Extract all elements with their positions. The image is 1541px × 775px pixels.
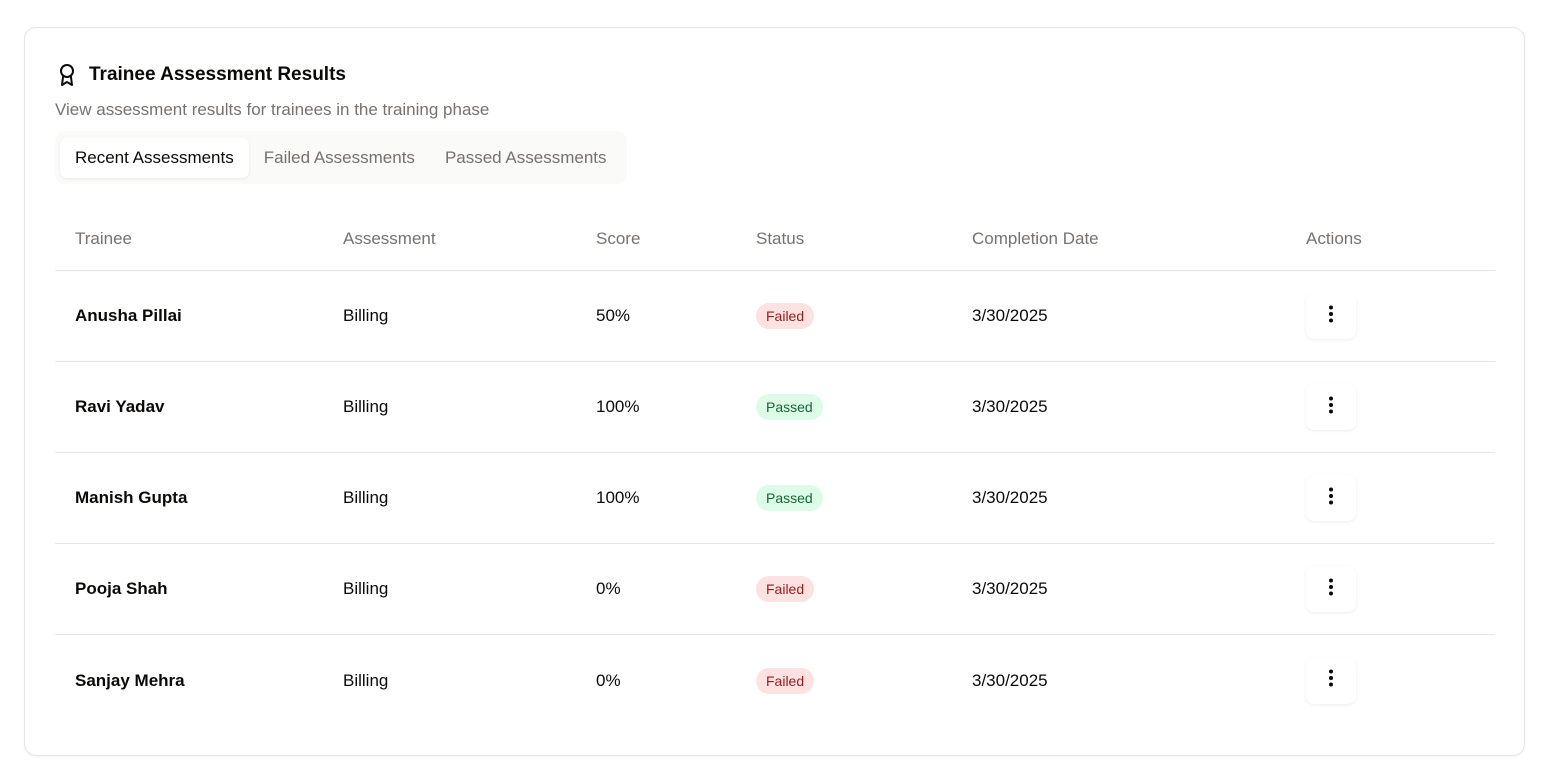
table-row: Ravi Yadav Billing 100% Passed 3/30/2025 (55, 362, 1495, 453)
assessment-tabs: Recent Assessments Failed Assessments Pa… (55, 131, 627, 184)
assessment-name: Billing (343, 488, 389, 507)
row-actions-button[interactable] (1306, 475, 1356, 521)
more-vertical-icon (1328, 305, 1334, 328)
card-header: Trainee Assessment Results (55, 62, 346, 88)
tab-recent-assessments[interactable]: Recent Assessments (60, 137, 249, 178)
status-badge: Passed (756, 394, 823, 420)
score-value: 100% (596, 397, 640, 416)
table-row: Manish Gupta Billing 100% Passed 3/30/20… (55, 453, 1495, 544)
row-actions-button[interactable] (1306, 566, 1356, 612)
trainee-name: Sanjay Mehra (75, 670, 185, 690)
column-header-completion-date: Completion Date (972, 229, 1099, 248)
column-header-assessment: Assessment (343, 229, 436, 248)
row-actions-button[interactable] (1306, 293, 1356, 339)
table-row: Pooja Shah Billing 0% Failed 3/30/2025 (55, 544, 1495, 635)
completion-date: 3/30/2025 (972, 306, 1048, 325)
assessment-results-card: Trainee Assessment Results View assessme… (24, 27, 1525, 756)
score-value: 0% (596, 670, 621, 690)
row-actions-button[interactable] (1306, 657, 1356, 704)
assessment-name: Billing (343, 579, 389, 598)
completion-date: 3/30/2025 (972, 397, 1048, 416)
completion-date: 3/30/2025 (972, 488, 1048, 507)
completion-date: 3/30/2025 (972, 579, 1048, 598)
more-vertical-icon (1328, 396, 1334, 419)
row-actions-button[interactable] (1306, 384, 1356, 430)
table-header: Trainee Assessment Score Status Completi… (55, 208, 1495, 271)
column-header-status: Status (756, 229, 805, 248)
page-subtitle: View assessment results for trainees in … (55, 100, 490, 119)
score-value: 100% (596, 488, 640, 507)
more-vertical-icon (1328, 487, 1334, 510)
status-badge: Failed (756, 303, 815, 329)
column-header-actions: Actions (1306, 229, 1362, 248)
assessment-name: Billing (343, 670, 389, 690)
page-title: Trainee Assessment Results (89, 64, 346, 85)
score-value: 50% (596, 306, 631, 325)
more-vertical-icon (1328, 669, 1334, 692)
award-icon (55, 62, 79, 88)
status-badge: Passed (756, 485, 823, 511)
tab-failed-assessments[interactable]: Failed Assessments (249, 138, 430, 178)
trainee-name: Anusha Pillai (75, 306, 182, 325)
completion-date: 3/30/2025 (972, 670, 1048, 690)
trainee-name: Pooja Shah (75, 579, 168, 598)
trainee-name: Manish Gupta (75, 488, 188, 507)
column-header-trainee: Trainee (75, 229, 133, 248)
assessment-name: Billing (343, 397, 389, 416)
table-row: Sanjay Mehra Billing 0% Failed 3/30/2025 (55, 635, 1495, 726)
score-value: 0% (596, 579, 621, 598)
trainee-name: Ravi Yadav (75, 397, 165, 416)
column-header-score: Score (596, 229, 641, 248)
more-vertical-icon (1328, 578, 1334, 601)
results-table: Trainee Assessment Score Status Completi… (55, 208, 1495, 726)
table-row: Anusha Pillai Billing 50% Failed 3/30/20… (55, 271, 1495, 362)
assessment-name: Billing (343, 306, 389, 325)
status-badge: Failed (756, 667, 815, 694)
tab-passed-assessments[interactable]: Passed Assessments (430, 138, 622, 178)
title-row: Trainee Assessment Results (55, 62, 346, 88)
status-badge: Failed (756, 576, 815, 602)
